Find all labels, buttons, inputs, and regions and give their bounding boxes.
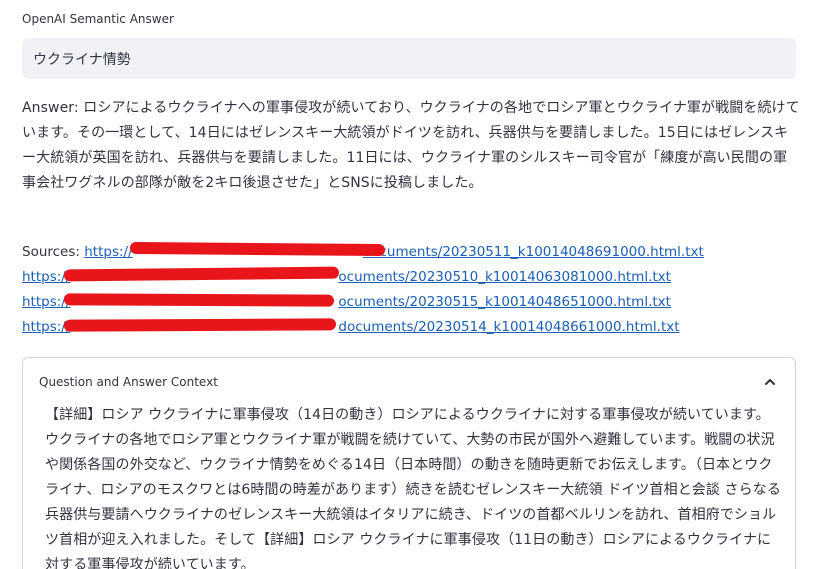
sources-section: Sources: https://documents/20230511_k100… — [22, 240, 802, 340]
sources-label: Sources: — [22, 244, 80, 260]
answer-text: Answer: ロシアによるウクライナへの軍事侵攻が続いており、ウクライナの各地… — [22, 100, 800, 191]
query-input[interactable] — [22, 38, 796, 79]
source-line-2: https://ocuments/20230510_k1001406308100… — [22, 265, 802, 290]
qa-context-expander: Question and Answer Context 【詳細】ロシア ウクライ… — [22, 357, 796, 569]
source-line-1: Sources: https://documents/20230511_k100… — [22, 240, 802, 265]
source-line-4: https://documents/20230514_k100140486610… — [22, 315, 802, 340]
app-title: OpenAI Semantic Answer — [22, 12, 174, 26]
chevron-up-icon[interactable] — [763, 375, 777, 389]
qa-context-header[interactable]: Question and Answer Context — [23, 358, 795, 406]
source-link-2[interactable]: https://ocuments/20230510_k1001406308100… — [22, 269, 671, 285]
source-link-4[interactable]: https://documents/20230514_k100140486610… — [22, 319, 680, 335]
source-link-1[interactable]: https://documents/20230511_k100140486910… — [84, 244, 704, 260]
app-page: OpenAI Semantic Answer Answer: ロシアによるウクラ… — [0, 0, 832, 569]
qa-context-text: 【詳細】ロシア ウクライナに軍事侵攻（14日の動き）ロシアによるウクライナに対す… — [45, 407, 781, 569]
source-line-3: https://ocuments/20230515_k1001404865100… — [22, 290, 802, 315]
qa-context-title: Question and Answer Context — [39, 375, 218, 389]
source-link-3[interactable]: https://ocuments/20230515_k1001404865100… — [22, 294, 671, 310]
